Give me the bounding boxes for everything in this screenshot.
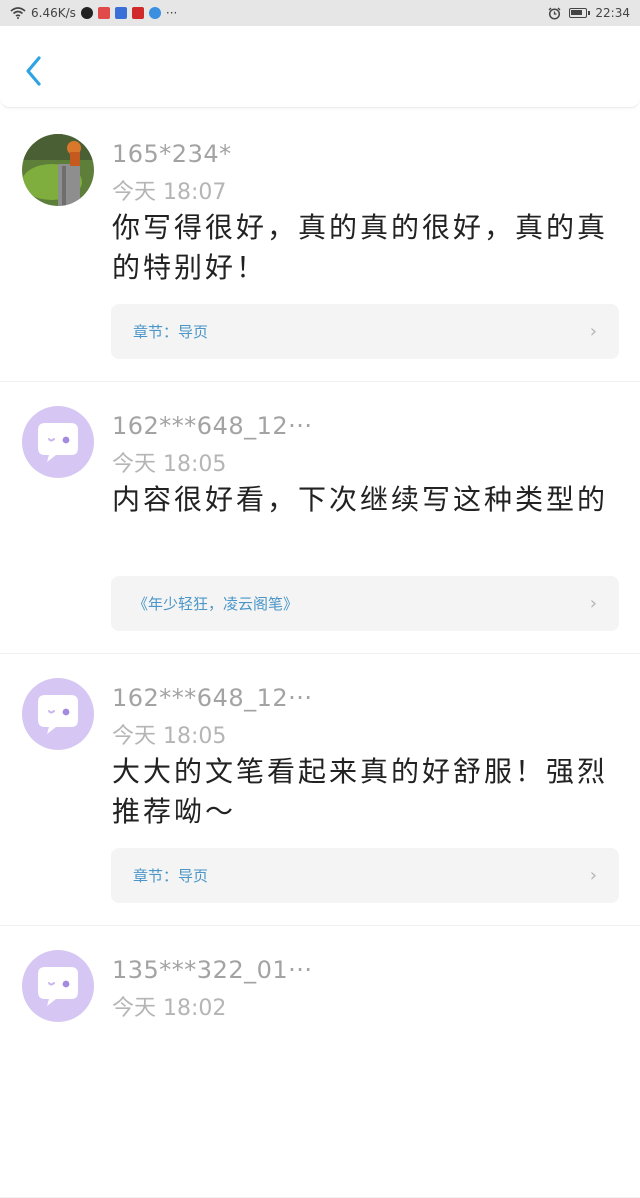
book-title-label: 《年少轻狂，凌云阁笔》	[133, 595, 299, 613]
top-nav-bar	[0, 26, 640, 108]
clock: 22:34	[595, 6, 630, 20]
comment-item: 165*234* 今天 18:07 你写得很好，真的真的很好，真的真的特别好！ …	[0, 110, 640, 382]
comment-text: 大大的文笔看起来真的好舒服！强烈推荐呦～	[112, 755, 609, 828]
chapter-link[interactable]: 章节：导页 ›	[111, 848, 619, 903]
book-link[interactable]: 《年少轻狂，凌云阁笔》 ›	[111, 576, 619, 631]
avatar[interactable]	[22, 678, 94, 750]
browser-app-icon	[148, 7, 161, 19]
chat-bubble-avatar-icon	[38, 423, 78, 462]
red-app-icon	[97, 7, 110, 19]
qq-app-icon	[80, 7, 93, 19]
chat-bubble-avatar-icon	[38, 695, 78, 734]
comment-text: 你写得很好，真的真的很好，真的真的特别好！	[112, 211, 609, 284]
comment-item: 135***322_01··· 今天 18:02	[0, 926, 640, 1198]
avatar[interactable]	[22, 950, 94, 1022]
chevron-right-icon: ›	[589, 321, 597, 342]
chapter-link[interactable]: 章节：导页 ›	[111, 304, 619, 359]
comment-list: 165*234* 今天 18:07 你写得很好，真的真的很好，真的真的特别好！ …	[0, 110, 640, 1198]
chapter-label: 章节：导页	[133, 323, 209, 341]
chevron-right-icon: ›	[589, 593, 597, 614]
back-button[interactable]	[18, 54, 48, 88]
battery-icon	[569, 8, 591, 18]
more-notifications-icon: ···	[165, 6, 178, 20]
comment-username[interactable]: 135***322_01···	[112, 956, 313, 984]
comment-item: 162***648_12··· 今天 18:05 大大的文笔看起来真的好舒服！强…	[0, 654, 640, 926]
news-app-icon	[131, 7, 144, 19]
chevron-left-icon	[26, 56, 41, 86]
comment-time: 今天 18:07	[112, 180, 227, 205]
comment-username[interactable]: 162***648_12···	[112, 684, 313, 712]
comment-time: 今天 18:05	[112, 724, 227, 749]
avatar[interactable]	[22, 134, 94, 206]
comment-username[interactable]: 165*234*	[112, 140, 232, 168]
avatar[interactable]	[22, 406, 94, 478]
comment-item: 162***648_12··· 今天 18:05 内容很好看，下次继续写这种类型…	[0, 382, 640, 654]
comment-time: 今天 18:02	[112, 996, 227, 1021]
chevron-right-icon: ›	[589, 865, 597, 886]
chat-bubble-avatar-icon	[38, 967, 78, 1006]
status-bar: 6.46K/s ··· 22:34	[0, 0, 640, 26]
alarm-icon	[548, 7, 561, 20]
wifi-icon	[10, 7, 26, 19]
user-photo-avatar	[22, 134, 94, 206]
chapter-label: 章节：导页	[133, 867, 209, 885]
blue-app-icon	[114, 7, 127, 19]
comment-username[interactable]: 162***648_12···	[112, 412, 313, 440]
comment-text: 内容很好看，下次继续写这种类型的	[112, 483, 609, 516]
comment-time: 今天 18:05	[112, 452, 227, 477]
network-speed: 6.46K/s	[31, 6, 76, 20]
